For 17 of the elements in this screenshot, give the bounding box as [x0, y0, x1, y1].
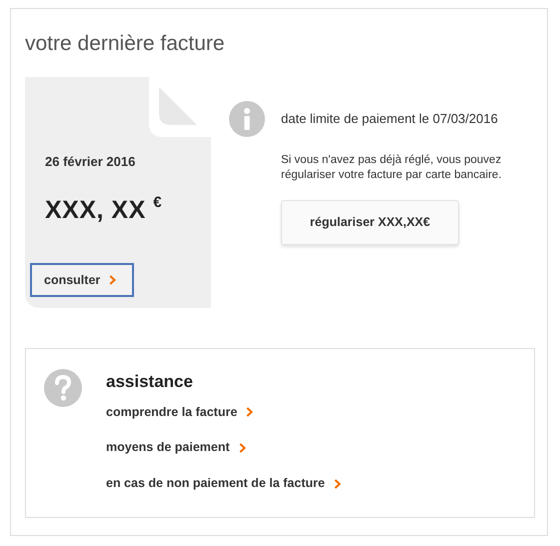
deadline-text: date limite de paiement le 07/03/2016 — [281, 110, 499, 128]
help-icon — [44, 369, 82, 408]
consult-button[interactable]: consulter — [30, 263, 134, 298]
chevron-icon — [109, 275, 116, 286]
info-icon — [229, 101, 265, 138]
invoice-date: 26 février 2016 — [45, 153, 136, 172]
chevron-icon — [334, 478, 341, 489]
assistance-link[interactable]: comprendre la facture — [106, 402, 254, 422]
chevron-icon — [238, 442, 246, 453]
invoice-amount: XXX, XX $^{€}$ — [45, 193, 164, 226]
assistance-link[interactable]: en cas de non paiement de la facture — [106, 474, 341, 493]
payment-note: Si vous n'avez pas déjà réglé, vous pouvez régulariser votre facture par carte bancaire. — [281, 152, 503, 184]
assistance-title: assistance — [106, 371, 194, 394]
assistance-link[interactable]: moyens de paiement — [106, 438, 246, 458]
page-title: votre dernière facture — [25, 31, 226, 56]
chevron-icon — [246, 407, 254, 418]
pay-button[interactable]: régulariser XXX,XX€ — [281, 200, 459, 245]
